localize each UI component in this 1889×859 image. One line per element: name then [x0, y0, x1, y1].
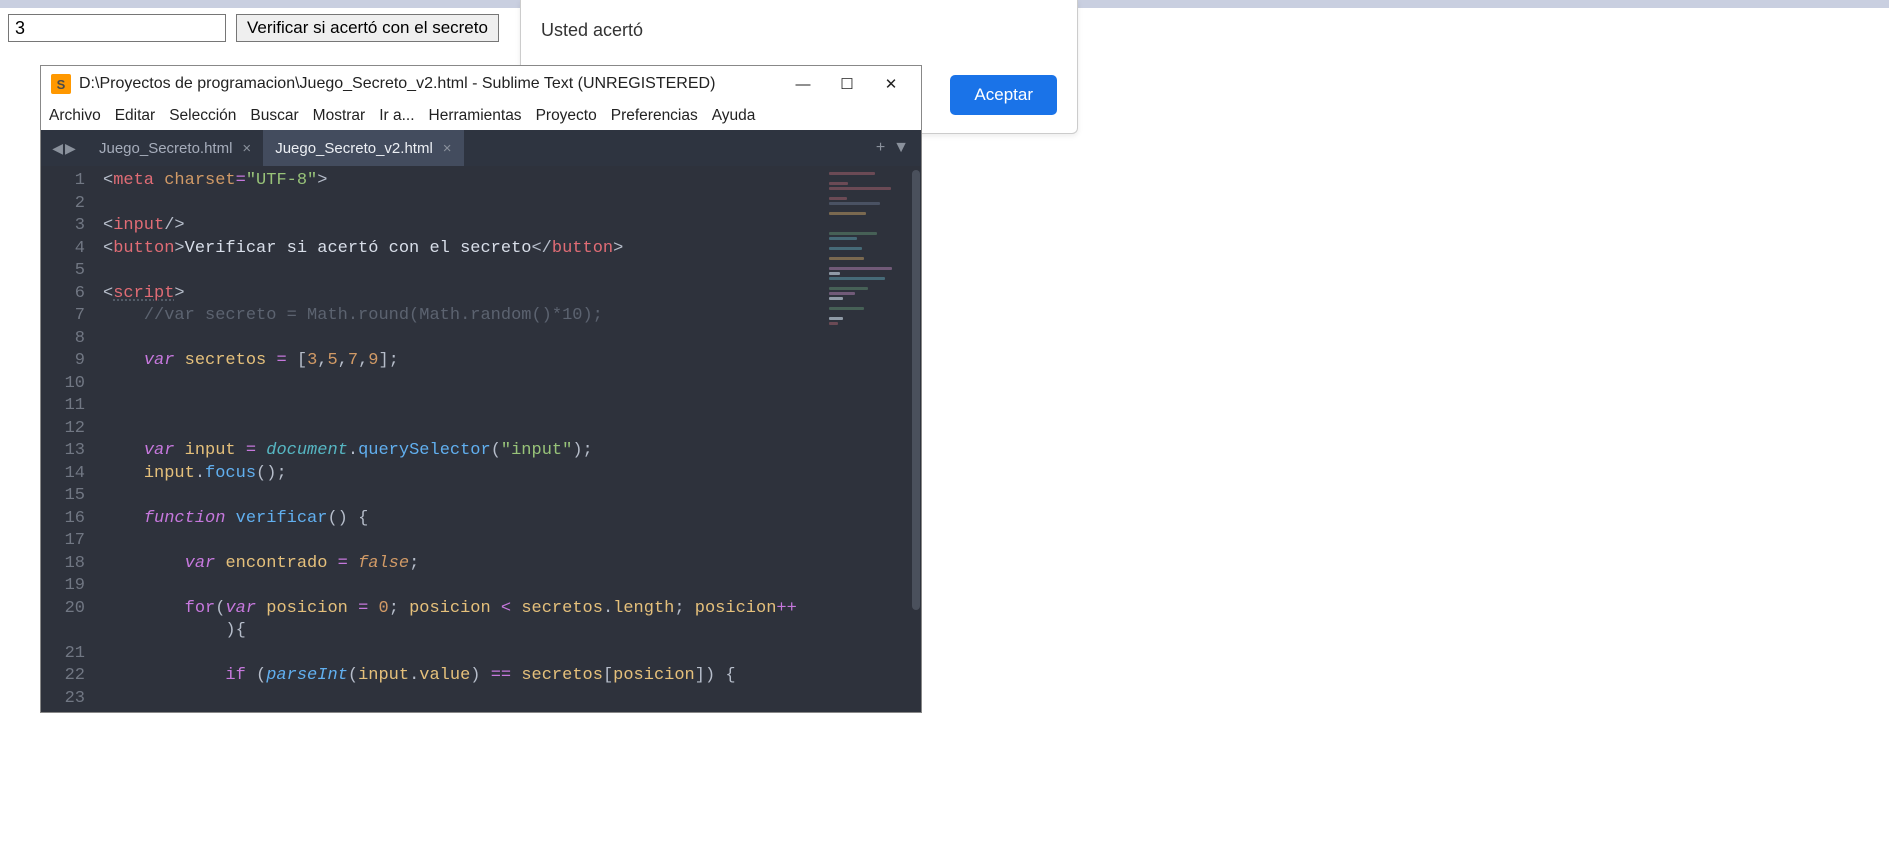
dialog-message: Usted acertó — [541, 20, 1057, 41]
accept-button[interactable]: Aceptar — [950, 75, 1057, 115]
maximize-button[interactable]: ☐ — [839, 76, 855, 92]
line-gutter: 1234567891011121314151617181920 212223 — [41, 166, 95, 712]
menu-buscar[interactable]: Buscar — [250, 107, 298, 125]
close-tab-icon[interactable]: × — [242, 140, 251, 157]
tab-juego-secreto-v2[interactable]: Juego_Secreto_v2.html × — [263, 130, 463, 166]
tab-label: Juego_Secreto.html — [99, 140, 232, 157]
verify-button[interactable]: Verificar si acertó con el secreto — [236, 14, 499, 42]
menu-archivo[interactable]: Archivo — [49, 107, 101, 125]
scrollbar-thumb[interactable] — [912, 170, 920, 610]
window-title: D:\Proyectos de programacion\Juego_Secre… — [79, 75, 795, 93]
chevron-right-icon[interactable]: ▶ — [65, 140, 76, 157]
tab-menu-icon[interactable]: ▼ — [893, 139, 909, 157]
sublime-icon: S — [51, 74, 71, 94]
menu-mostrar[interactable]: Mostrar — [313, 107, 366, 125]
menubar: Archivo Editar Selección Buscar Mostrar … — [41, 102, 921, 130]
close-button[interactable]: ✕ — [883, 76, 899, 92]
code-area[interactable]: <meta charset="UTF-8"> <input/> <button>… — [95, 166, 825, 712]
menu-editar[interactable]: Editar — [115, 107, 156, 125]
close-tab-icon[interactable]: × — [443, 140, 452, 157]
minimize-button[interactable]: ― — [795, 76, 811, 92]
guess-input[interactable] — [8, 14, 226, 42]
chevron-left-icon[interactable]: ◀ — [52, 140, 63, 157]
scrollbar-vertical[interactable] — [911, 166, 921, 712]
menu-seleccion[interactable]: Selección — [169, 107, 236, 125]
menu-proyecto[interactable]: Proyecto — [536, 107, 597, 125]
tab-label: Juego_Secreto_v2.html — [275, 140, 433, 157]
menu-ir-a[interactable]: Ir a... — [379, 107, 414, 125]
tab-juego-secreto[interactable]: Juego_Secreto.html × — [87, 130, 263, 166]
tab-bar: ◀ ▶ Juego_Secreto.html × Juego_Secreto_v… — [41, 130, 921, 166]
menu-preferencias[interactable]: Preferencias — [611, 107, 698, 125]
minimap[interactable] — [825, 166, 921, 712]
new-tab-icon[interactable]: + — [876, 139, 885, 157]
editor[interactable]: 1234567891011121314151617181920 212223 <… — [41, 166, 921, 712]
titlebar[interactable]: S D:\Proyectos de programacion\Juego_Sec… — [41, 66, 921, 102]
menu-herramientas[interactable]: Herramientas — [429, 107, 522, 125]
tab-nav[interactable]: ◀ ▶ — [41, 130, 87, 166]
menu-ayuda[interactable]: Ayuda — [712, 107, 756, 125]
sublime-window: S D:\Proyectos de programacion\Juego_Sec… — [40, 65, 922, 713]
